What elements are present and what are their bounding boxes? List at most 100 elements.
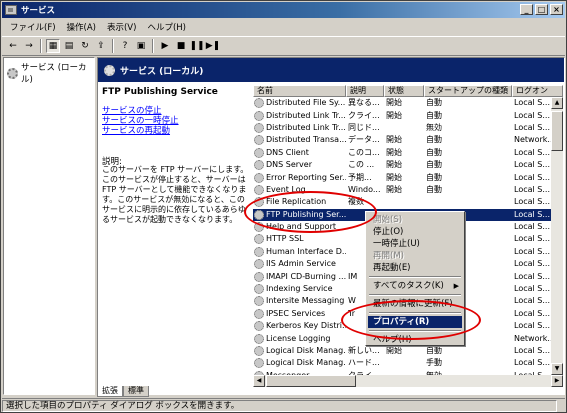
horizontal-scrollbar[interactable]: ◀ ▶	[253, 375, 563, 387]
toolbar-separator	[112, 39, 114, 53]
close-button[interactable]: ×	[550, 4, 563, 15]
context-menu-item-label: すべてのタスク(K)	[373, 281, 444, 291]
cell-logon: Local S...	[514, 160, 550, 170]
cell-description: この ...	[348, 160, 375, 170]
cell-name: IMAPI CD-Burning ...	[253, 271, 346, 283]
cell-status: 開始	[386, 160, 402, 170]
help-icon[interactable]: ?	[118, 39, 132, 53]
column-header-startup-type[interactable]: スタートアップの種類	[424, 85, 512, 97]
submenu-arrow-icon: ▶	[453, 282, 459, 290]
context-menu-item[interactable]: ヘルプ(H)	[368, 334, 462, 346]
scroll-left-icon[interactable]: ◀	[253, 375, 265, 387]
table-row[interactable]: Distributed File Sy... 異なる... 開始 自動 Local S.…	[253, 97, 551, 109]
table-row[interactable]: Distributed Link Tr... 同じド... 無効 Local S...	[253, 122, 551, 134]
cell-logon: Local S...	[514, 308, 550, 318]
restart-service-link[interactable]: サービスの再起動	[102, 124, 170, 136]
hscroll-thumb[interactable]	[266, 375, 356, 387]
maximize-button[interactable]: □	[535, 4, 548, 15]
context-menu-item[interactable]: すべてのタスク(K) ▶	[368, 280, 462, 292]
cell-name: Distributed Link Tr...	[253, 110, 346, 122]
cell-logon: Local S...	[514, 172, 550, 182]
export-list-icon[interactable]: ⇪	[94, 39, 108, 53]
column-header-status[interactable]: 状態	[384, 85, 424, 97]
context-menu-item-label: ヘルプ(H)	[373, 335, 412, 345]
table-row[interactable]: Logical Disk Manag... 新しい... 開始 自動 Local S..…	[253, 345, 551, 357]
cell-name: FTP Publishing Ser...	[253, 209, 346, 221]
tree-node-services-local[interactable]: サービス (ローカル)	[7, 61, 94, 85]
gear-icon	[254, 197, 264, 208]
back-icon[interactable]: ←	[6, 39, 20, 53]
cell-description: このコ...	[348, 147, 380, 157]
pause-service-icon[interactable]: ❚❚	[189, 39, 204, 53]
cell-status: 開始	[386, 147, 402, 157]
menu-view[interactable]: 表示(V)	[103, 21, 140, 33]
cell-startup-type: 自動	[426, 147, 442, 157]
service-name: Kerberos Key Distri...	[266, 321, 346, 331]
minimize-button[interactable]: _	[520, 4, 533, 15]
menu-file[interactable]: ファイル(F)	[6, 21, 60, 33]
menu-help[interactable]: ヘルプ(H)	[143, 21, 190, 33]
properties-icon[interactable]: ▤	[62, 39, 76, 53]
table-row[interactable]: Logical Disk Manag... ハード... 手動 Local S...	[253, 357, 551, 369]
cell-startup-type: 自動	[426, 160, 442, 170]
title-bar[interactable]: サービス _ □ ×	[2, 2, 565, 18]
refresh-icon[interactable]: ↻	[78, 39, 92, 53]
table-row[interactable]: DNS Client このコ... 開始 自動 Local S...	[253, 147, 551, 159]
table-row[interactable]: Distributed Transa... データ... 開始 自動 Network..…	[253, 134, 551, 146]
context-menu-item[interactable]: 一時停止(U)	[368, 238, 462, 250]
column-header-logon[interactable]: ログオン	[512, 85, 563, 97]
context-menu-separator	[369, 330, 461, 332]
service-name: Distributed Link Tr...	[266, 122, 346, 132]
cell-name: HTTP SSL	[253, 233, 346, 245]
context-menu-item-label: 最新の情報に更新(F)	[373, 299, 453, 309]
stop-service-icon[interactable]: ■	[174, 39, 188, 53]
context-menu-item[interactable]: 停止(O)	[368, 226, 462, 238]
cell-name: Distributed Link Tr...	[253, 122, 346, 134]
cell-name: Logical Disk Manag...	[253, 345, 346, 357]
tab-extended[interactable]: 拡張	[97, 386, 123, 397]
gear-icon	[254, 358, 264, 369]
context-menu-item[interactable]: 最新の情報に更新(F)	[368, 298, 462, 310]
scroll-up-icon[interactable]: ▲	[551, 97, 563, 109]
cell-description: ハード...	[348, 358, 380, 368]
menu-action[interactable]: 操作(A)	[63, 21, 100, 33]
show-tree-icon[interactable]: ▦	[46, 39, 60, 53]
cell-status: 開始	[386, 346, 402, 355]
cell-description: クライ...	[348, 110, 380, 120]
table-row[interactable]: Distributed Link Tr... クライ... 開始 自動 Local S.…	[253, 109, 551, 121]
scroll-right-icon[interactable]: ▶	[551, 375, 563, 387]
service-name: Logical Disk Manag...	[266, 346, 346, 355]
gear-icon	[254, 222, 264, 233]
table-row[interactable]: Error Reporting Ser... 予期... 開始 自動 Local S..…	[253, 171, 551, 183]
cell-startup-type: 自動	[426, 110, 442, 120]
gear-icon	[7, 67, 18, 79]
cell-name: Help and Support	[253, 221, 346, 233]
console-icon[interactable]: ▣	[134, 39, 148, 53]
context-menu-item[interactable]: プロパティ(R)	[368, 316, 462, 328]
context-menu-item[interactable]: 開始(S)	[368, 214, 462, 226]
table-row[interactable]: Event Log Windo... 開始 自動 Local S...	[253, 184, 551, 196]
gear-icon	[254, 135, 264, 146]
context-menu-item[interactable]: 再開(M)	[368, 250, 462, 262]
gear-icon	[254, 284, 264, 295]
restart-service-icon[interactable]: ▶❚	[206, 39, 220, 53]
table-row[interactable]: File Replication 複数 Local S...	[253, 196, 551, 208]
cell-description: 異なる...	[348, 98, 380, 108]
cell-name: Intersite Messaging	[253, 295, 346, 307]
scroll-down-icon[interactable]: ▼	[551, 363, 563, 375]
scroll-thumb[interactable]	[551, 111, 563, 151]
cell-name: Kerberos Key Distri...	[253, 320, 346, 332]
column-header-name[interactable]: 名前	[253, 85, 346, 97]
start-service-icon[interactable]: ▶	[158, 39, 172, 53]
cell-name: DNS Server	[253, 159, 346, 171]
table-row[interactable]: DNS Server この ... 開始 自動 Local S...	[253, 159, 551, 171]
cell-logon: Local S...	[514, 296, 550, 306]
forward-icon[interactable]: →	[22, 39, 36, 53]
vertical-scrollbar[interactable]: ▲ ▼	[551, 97, 563, 375]
context-menu-item-label: 停止(O)	[373, 227, 404, 237]
service-name: Help and Support	[266, 222, 336, 232]
tab-standard[interactable]: 標準	[123, 386, 149, 397]
context-menu-item[interactable]: 再起動(E)	[368, 262, 462, 274]
column-header-description[interactable]: 説明	[346, 85, 384, 97]
cell-logon: Local S...	[514, 234, 550, 244]
